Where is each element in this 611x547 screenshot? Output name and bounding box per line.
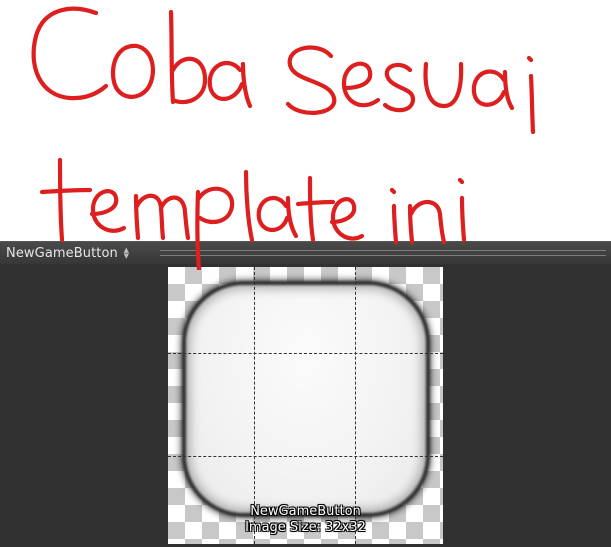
sprite-preview-canvas[interactable]: NewGameButton Image Size: 32x32 — [168, 267, 443, 544]
slice-guide-right[interactable] — [355, 267, 356, 544]
slice-guide-top[interactable] — [168, 353, 443, 354]
slice-guide-bottom[interactable] — [168, 456, 443, 457]
preview-caption-name: NewGameButton — [250, 504, 361, 519]
annotation-ink — [31, 6, 536, 270]
panel-header: NewGameButton ▲ ▼ — [0, 241, 611, 264]
up-down-arrows-icon: ▲ ▼ — [123, 246, 130, 260]
button-sprite-image — [186, 285, 426, 513]
slice-guide-left[interactable] — [254, 267, 255, 544]
asset-name-label: NewGameButton — [6, 245, 118, 261]
handwritten-annotation — [31, 6, 536, 270]
asset-selector-dropdown[interactable]: NewGameButton ▲ ▼ — [6, 244, 130, 262]
preview-caption-size: Image Size: 32x32 — [245, 520, 366, 535]
header-divider-track — [160, 250, 606, 256]
screenshot: NewGameButton ▲ ▼ NewGameButton Image Siz… — [0, 0, 611, 547]
